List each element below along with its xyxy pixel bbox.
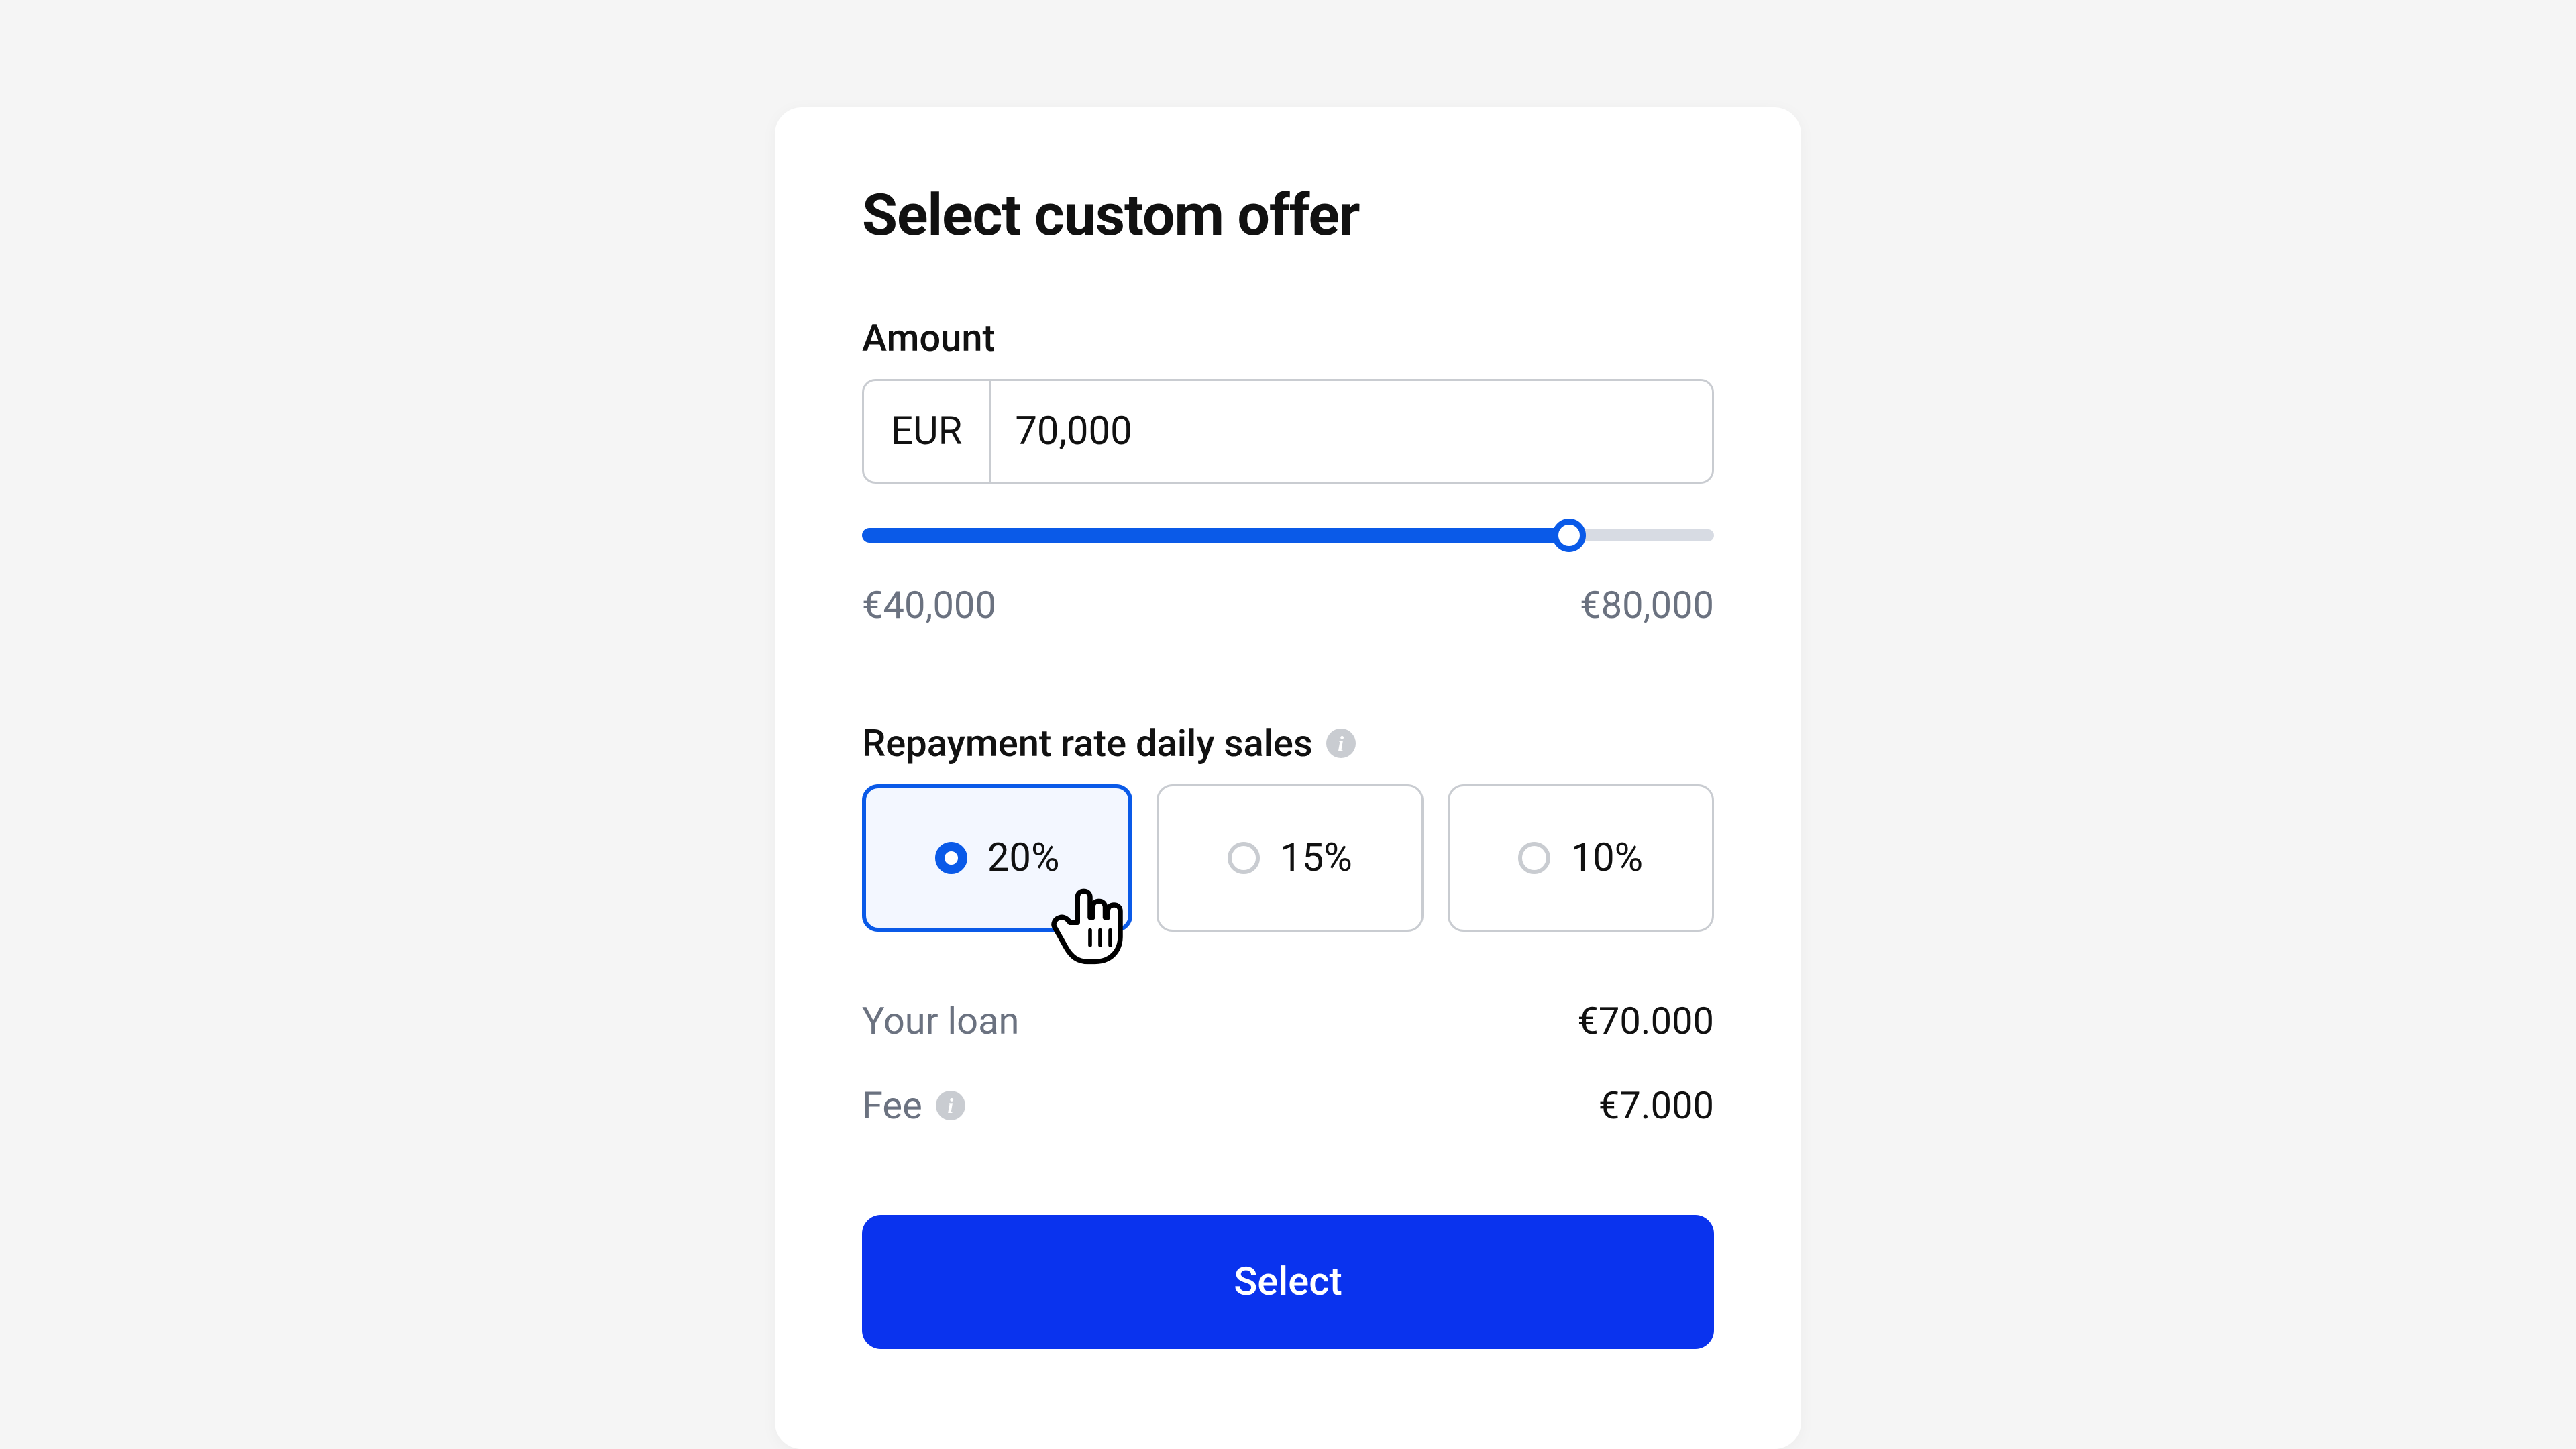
slider-fill bbox=[862, 528, 1578, 543]
radio-icon bbox=[935, 842, 967, 874]
summary-loan-row: Your loan €70.000 bbox=[862, 999, 1714, 1043]
amount-input-group[interactable]: EUR bbox=[862, 379, 1714, 484]
radio-label: 10% bbox=[1570, 835, 1643, 881]
radio-label: 20% bbox=[987, 835, 1060, 881]
summary-fee-value: €7.000 bbox=[1599, 1083, 1714, 1128]
summary-fee-row: Fee i €7.000 bbox=[862, 1083, 1714, 1128]
select-button[interactable]: Select bbox=[862, 1215, 1714, 1349]
repayment-label: Repayment rate daily sales i bbox=[862, 721, 1714, 765]
amount-input[interactable] bbox=[991, 381, 1712, 482]
amount-slider[interactable] bbox=[862, 528, 1714, 543]
repayment-option-10[interactable]: 10% bbox=[1448, 784, 1714, 932]
currency-prefix: EUR bbox=[864, 381, 991, 482]
summary-fee-label-text: Fee bbox=[862, 1083, 922, 1128]
info-icon[interactable]: i bbox=[936, 1091, 965, 1120]
repayment-label-text: Repayment rate daily sales bbox=[862, 721, 1313, 765]
repayment-option-20[interactable]: 20% bbox=[862, 784, 1132, 932]
summary-fee-label: Fee i bbox=[862, 1083, 965, 1128]
summary-loan-value: €70.000 bbox=[1577, 999, 1714, 1043]
amount-label: Amount bbox=[862, 316, 1714, 360]
radio-icon bbox=[1518, 842, 1550, 874]
slider-range-labels: €40,000 €80,000 bbox=[862, 583, 1714, 627]
summary-loan-label: Your loan bbox=[862, 999, 1019, 1043]
repayment-option-15[interactable]: 15% bbox=[1157, 784, 1423, 932]
slider-max-label: €80,000 bbox=[1580, 583, 1714, 627]
info-icon[interactable]: i bbox=[1326, 729, 1356, 758]
slider-thumb[interactable] bbox=[1552, 519, 1586, 552]
page-title: Select custom offer bbox=[862, 181, 1714, 249]
radio-icon bbox=[1228, 842, 1260, 874]
radio-label: 15% bbox=[1280, 835, 1352, 881]
slider-min-label: €40,000 bbox=[862, 583, 996, 627]
offer-card: Select custom offer Amount EUR €40,000 €… bbox=[775, 107, 1801, 1449]
repayment-options: 20% 15% 10% bbox=[862, 784, 1714, 932]
